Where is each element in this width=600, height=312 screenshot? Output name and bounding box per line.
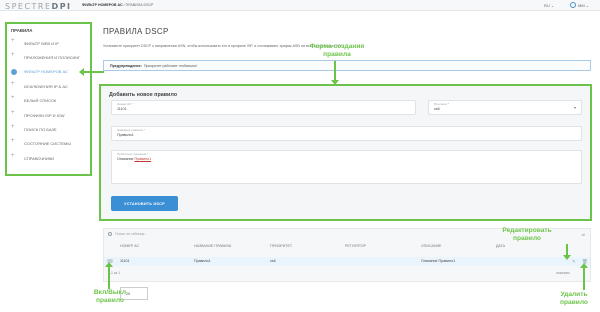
cell-description: Описание Правило1 — [421, 259, 456, 263]
cell-as: 11101 — [120, 259, 130, 263]
breadcrumb-page: / ПРАВИЛА DSCP — [122, 3, 154, 7]
breadcrumb: ФИЛЬТР НОМЕРОВ АС / ПРАВИЛА DSCP — [82, 3, 153, 7]
user-menu[interactable]: MM ⌄ — [570, 2, 589, 8]
sidebar-item-system-status[interactable]: СОСТОЯНИЕ СИСТЕМЫ — [7, 137, 90, 151]
cell-name: Правило1 — [194, 259, 211, 263]
sidebar-item-exceptions[interactable]: ИСКЛЮЧЕНИЯ IP & АС — [7, 79, 90, 93]
annotation-toggle-text: Вкл/Выкл правило — [93, 289, 127, 304]
active-dot-icon — [11, 68, 17, 75]
arrowhead-left-icon — [79, 68, 84, 76]
plus-icon — [11, 81, 16, 89]
sidebar-item-whitelist[interactable]: БЕЛЫЙ СПИСОК — [7, 94, 90, 108]
set-dscp-button[interactable]: УСТАНОВИТЬ DSCP — [111, 196, 178, 211]
as-number-field[interactable]: Номер АС * 11101 — [111, 100, 416, 115]
app-logo[interactable]: SPECTREDPI — [5, 2, 72, 11]
sidebar-item-label: ПРОФИЛИ ISP И IGW — [24, 112, 65, 118]
sidebar: ПРАВИЛА ФИЛЬТР WEB И IP ПРИЛОЖЕНИЯ И ПОЛ… — [5, 22, 92, 176]
table-header: НОМЕР АС НАЗВАНИЕ ПРАВИЛА ПРИОРИТЕТ РЕГУ… — [104, 244, 590, 252]
rows-per-page-label: показать — [556, 271, 570, 275]
annotation-arrow-sidebar — [82, 71, 104, 73]
sidebar-item-web-ip-filter[interactable]: ФИЛЬТР WEB И IP — [7, 36, 90, 50]
sidebar-item-references[interactable]: СПРАВОЧНИКИ — [7, 151, 90, 165]
sidebar-item-label: БЕЛЫЙ СПИСОК — [24, 98, 57, 104]
as-number-value: 11101 — [117, 107, 127, 111]
annotation-form: Форма создания правила — [297, 43, 377, 58]
column-header-as[interactable]: НОМЕР АС — [120, 244, 139, 248]
annotation-edit: Редактировать правило — [484, 227, 570, 242]
sidebar-title: ПРАВИЛА — [11, 28, 33, 33]
annotation-delete: Удалить правило — [548, 291, 600, 306]
table-row[interactable]: 11101 Правило1 cs6 Описание Правило1 ✎ 🗑 — [104, 257, 590, 266]
chevron-down-icon: ▾ — [573, 105, 576, 110]
sidebar-item-label: ПОИСК ПО БАЗЕ — [24, 127, 57, 133]
column-header-priority[interactable]: ПРИОРИТЕТ — [270, 244, 292, 248]
sidebar-item-apps-policing[interactable]: ПРИЛОЖЕНИЯ И ПОЛИСИНГ — [7, 50, 90, 64]
protocol-select[interactable]: Протокол * cs6 ▾ — [428, 100, 582, 115]
plus-icon — [11, 38, 16, 46]
warning-alert: Предупреждение: Приоритет работает глобал… — [103, 60, 591, 71]
avatar-icon — [570, 2, 576, 8]
alert-text: Приоритет работает глобально! — [143, 64, 197, 68]
plus-icon — [11, 95, 16, 103]
arrowhead-up-icon — [105, 262, 113, 267]
cell-priority: cs6 — [270, 259, 276, 263]
public-description-label: Публичное описание * — [117, 152, 149, 156]
plus-icon — [11, 110, 16, 118]
user-name: MM ⌄ — [578, 2, 590, 8]
protocol-value: cs6 — [434, 107, 440, 111]
search-input[interactable]: Поиск по таблице... — [115, 232, 148, 236]
rule-name-value: Правило1 — [117, 133, 134, 137]
protocol-label: Протокол * — [434, 102, 450, 106]
column-header-name[interactable]: НАЗВАНИЕ ПРАВИЛА — [194, 244, 231, 248]
as-number-label: Номер АС * — [117, 102, 134, 106]
sidebar-item-label: ФИЛЬТР WEB И IP — [24, 40, 59, 46]
top-bar: SPECTREDPI ФИЛЬТР НОМЕРОВ АС / ПРАВИЛА D… — [0, 0, 600, 11]
add-rule-form: Добавить новое правило Номер АС * 11101 … — [99, 84, 592, 221]
table-search[interactable]: Поиск по таблице... — [108, 232, 148, 236]
search-icon — [108, 232, 112, 236]
annotation-form-text: Форма создания правила — [309, 43, 365, 58]
rule-name-field[interactable]: Название правила * Правило1 — [111, 126, 582, 141]
alert-label: Предупреждение: — [110, 64, 142, 68]
breadcrumb-current-section[interactable]: ФИЛЬТР НОМЕРОВ АС — [82, 3, 123, 7]
sidebar-item-db-search[interactable]: ПОИСК ПО БАЗЕ — [7, 122, 90, 136]
edit-icon[interactable]: ✎ — [572, 259, 576, 265]
arrowhead-down-icon — [331, 80, 339, 85]
plus-icon — [11, 153, 16, 161]
public-description-value: Описание Правило1 — [117, 157, 152, 161]
arrowhead-up-icon — [580, 263, 588, 268]
language-selector[interactable]: RU ⌄ — [544, 3, 554, 8]
plus-icon — [11, 52, 16, 60]
column-header-date[interactable]: ДАТА — [496, 244, 505, 248]
plus-icon — [11, 124, 16, 132]
sidebar-item-as-filter[interactable]: ФИЛЬТР НОМЕРОВ АС — [7, 65, 90, 79]
plus-icon — [11, 138, 16, 146]
sidebar-item-isp-profiles[interactable]: ПРОФИЛИ ISP И IGW — [7, 108, 90, 122]
annotation-toggle: Вкл/Выкл правило — [85, 289, 135, 304]
filter-icon[interactable]: ⇄ — [582, 232, 585, 237]
annotation-delete-text: Удалить правило — [560, 291, 588, 306]
arrowhead-down-icon — [563, 255, 571, 260]
annotation-edit-text: Редактировать правило — [502, 227, 552, 242]
column-header-regulator[interactable]: РЕГУЛЯТОР — [345, 244, 366, 248]
form-title: Добавить новое правило — [109, 92, 178, 98]
sidebar-item-label: СОСТОЯНИЕ СИСТЕМЫ — [24, 141, 71, 147]
sidebar-item-label: ПРИЛОЖЕНИЯ И ПОЛИСИНГ — [24, 55, 81, 61]
sidebar-item-label: ИСКЛЮЧЕНИЯ IP & АС — [24, 83, 68, 89]
sidebar-item-label: СПРАВОЧНИКИ — [24, 155, 55, 161]
page-title: ПРАВИЛА DSCP — [103, 27, 169, 36]
annotation-arrow-toggle — [108, 265, 110, 289]
annotation-arrow-delete — [583, 266, 585, 290]
column-header-description[interactable]: ОПИСАНИЕ — [421, 244, 441, 248]
rule-name-label: Название правила * — [117, 128, 145, 132]
sidebar-item-label: ФИЛЬТР НОМЕРОВ АС — [24, 69, 68, 75]
public-description-field[interactable]: Публичное описание * Описание Правило1 — [111, 150, 582, 184]
